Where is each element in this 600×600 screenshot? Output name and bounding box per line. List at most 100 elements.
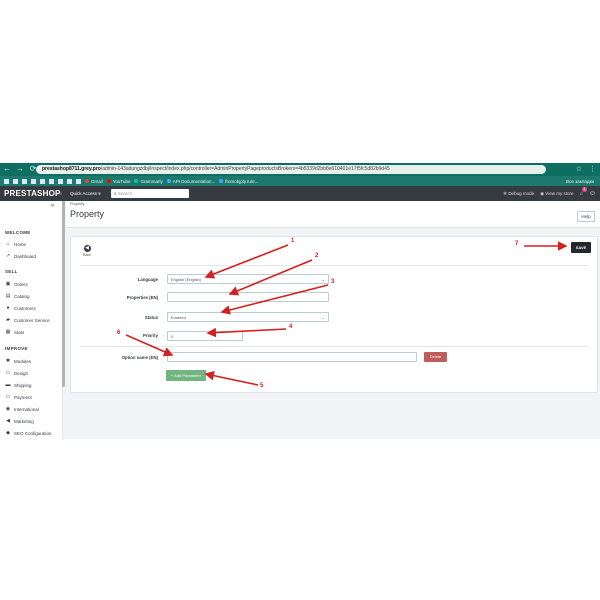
- section-sell: SELL: [5, 269, 18, 274]
- store-icon: ▤: [5, 293, 11, 299]
- status-select[interactable]: Enabled ⌄: [167, 312, 329, 322]
- sidebar-item-label: Customer Service: [14, 317, 50, 323]
- app-icon[interactable]: [49, 178, 54, 184]
- bookmark-label: API Documentation...: [172, 178, 216, 184]
- trending-icon: ↗: [5, 253, 11, 259]
- sidebar-item-catalog[interactable]: ▤ Catalog: [5, 293, 30, 299]
- annotation-2: 2: [315, 253, 319, 259]
- admin-header: PRESTASHOP 8.1.5 Quick Access ▾ ⌕ Search…: [0, 186, 600, 201]
- help-button[interactable]: Help: [577, 211, 595, 222]
- chevron-down-icon: ⌄: [321, 277, 325, 282]
- sidebar-item-customers[interactable]: ● Customers: [5, 305, 35, 311]
- sidebar-item-seo[interactable]: ◆ SEO Configuration: [5, 430, 51, 436]
- sidebar-item-international[interactable]: ◉ International: [5, 406, 39, 412]
- properties-input[interactable]: [167, 292, 329, 302]
- sidebar-item-marketing[interactable]: ◀ Marketing: [5, 418, 34, 424]
- bookmark-grammarly[interactable]: Grammarly: [134, 178, 163, 184]
- seo-icon: ◆: [6, 430, 10, 436]
- sidebar-item-label: Orders: [14, 281, 28, 287]
- account-icon: ●: [6, 305, 10, 311]
- app-icon[interactable]: [58, 178, 63, 184]
- app-icon[interactable]: [4, 178, 9, 184]
- desktop-icon: ▭: [5, 370, 11, 376]
- sidebar-item-label: Catalog: [14, 293, 30, 299]
- browser-toolbar: ← → ⟳ prestashop8711.grey.pro/admin-143a…: [0, 163, 600, 176]
- all-bookmarks[interactable]: Все закладки: [566, 179, 600, 184]
- sidebar-item-payment[interactable]: ▭ Payment: [5, 394, 32, 400]
- section-welcome: WELCOME: [5, 230, 31, 235]
- back-arrow-icon: ◀: [83, 245, 91, 252]
- add-parameter-button[interactable]: + Add Parameter: [166, 370, 206, 381]
- bookmark-label: fromobjply.ru/e...: [225, 178, 259, 184]
- app-icon[interactable]: [76, 178, 81, 184]
- search-input[interactable]: ⌕ Search: [111, 189, 189, 198]
- bookmark-api-docs[interactable]: API Documentation...: [166, 178, 216, 184]
- sidebar-item-dashboard[interactable]: ↗ Dashboard: [5, 253, 36, 259]
- option-name-input[interactable]: [167, 352, 417, 362]
- annotation-4: 4: [289, 324, 293, 330]
- chart-icon: ▦: [5, 329, 11, 335]
- sidebar-item-label: Design: [14, 370, 29, 376]
- forward-arrow-icon[interactable]: →: [16, 165, 24, 173]
- sidebar-item-label: Marketing: [14, 418, 34, 424]
- debug-mode-link[interactable]: ✲ Debug mode: [503, 191, 534, 197]
- menu-icon[interactable]: ⋮: [589, 165, 596, 174]
- sidebar-item-shipping[interactable]: ▬ Shipping: [5, 382, 32, 388]
- docs-icon: [166, 179, 171, 183]
- app-icon[interactable]: [67, 178, 72, 184]
- app-icon[interactable]: [13, 178, 18, 184]
- bookmark-label: Gmail: [91, 178, 103, 184]
- language-value: English (English): [171, 277, 202, 282]
- view-store-link[interactable]: ◉ View my store: [540, 191, 573, 197]
- section-improve: IMPROVE: [5, 346, 28, 351]
- sidebar: « WELCOME ⌂ Home ↗ Dashboard SELL ▣ Orders …: [0, 201, 63, 439]
- site-icon: [219, 179, 224, 183]
- app-icon[interactable]: [40, 178, 45, 184]
- language-select[interactable]: English (English) ⌄: [167, 274, 329, 284]
- address-bar[interactable]: prestashop8711.grey.pro/admin-143adungzd…: [36, 165, 546, 174]
- back-button[interactable]: ◀ Back: [82, 245, 92, 257]
- back-arrow-icon[interactable]: ←: [3, 165, 11, 173]
- star-icon[interactable]: ☆: [576, 165, 582, 174]
- priority-input[interactable]: 0: [167, 331, 243, 341]
- bookmark-label: YouTube: [112, 178, 131, 184]
- sidebar-item-design[interactable]: ▭ Design: [5, 370, 28, 376]
- sidebar-item-modules[interactable]: ✱ Modules: [5, 358, 31, 364]
- page-header: Property Property Help: [66, 201, 600, 228]
- version-label: 8.1.5: [53, 191, 62, 196]
- sidebar-item-customer-service[interactable]: ▰ Customer Service: [5, 317, 50, 323]
- sidebar-item-stats[interactable]: ▦ Stats: [5, 329, 25, 335]
- bookmark-gmail[interactable]: Gmail: [85, 179, 103, 184]
- status-label: Status: [144, 315, 158, 320]
- megaphone-icon: ◀: [6, 418, 10, 424]
- page-title: Property: [70, 209, 105, 219]
- search-placeholder: Search: [117, 191, 133, 196]
- browser-actions: ☆ ⋮: [576, 165, 596, 174]
- breadcrumb[interactable]: Property: [70, 202, 84, 206]
- sidebar-scrollbar[interactable]: [62, 201, 65, 387]
- sidebar-item-label: Payment: [14, 394, 32, 400]
- payment-icon: ▭: [5, 394, 11, 400]
- quick-access-dropdown[interactable]: Quick Access ▾: [70, 191, 101, 197]
- bookmark-label: Grammarly: [140, 178, 163, 184]
- truck-icon: ▬: [5, 382, 11, 388]
- app-icon[interactable]: [22, 178, 27, 184]
- app-icon[interactable]: [31, 178, 36, 184]
- annotation-6: 6: [117, 330, 121, 336]
- url-host: prestashop8711.grey.pro: [42, 166, 101, 172]
- bookmark-site[interactable]: fromobjply.ru/e...: [219, 179, 258, 184]
- delete-button[interactable]: Delete: [424, 352, 447, 362]
- browser-nav: ← → ⟳: [3, 165, 37, 173]
- sidebar-item-label: International: [14, 406, 39, 412]
- sidebar-item-home[interactable]: ⌂ Home: [5, 241, 26, 247]
- save-button[interactable]: SAVE: [571, 242, 591, 253]
- sidebar-item-orders[interactable]: ▣ Orders: [5, 281, 28, 287]
- collapse-sidebar-icon[interactable]: «: [51, 203, 54, 209]
- employee-avatar-icon[interactable]: ☺: [589, 190, 596, 197]
- gmail-icon: [85, 179, 89, 183]
- sidebar-item-label: Stats: [14, 329, 25, 335]
- notifications-button[interactable]: ♫ 1: [579, 187, 587, 197]
- sidebar-item-label: Dashboard: [14, 253, 37, 259]
- bookmark-youtube[interactable]: YouTube: [106, 178, 131, 184]
- priority-label: Priority: [142, 333, 158, 338]
